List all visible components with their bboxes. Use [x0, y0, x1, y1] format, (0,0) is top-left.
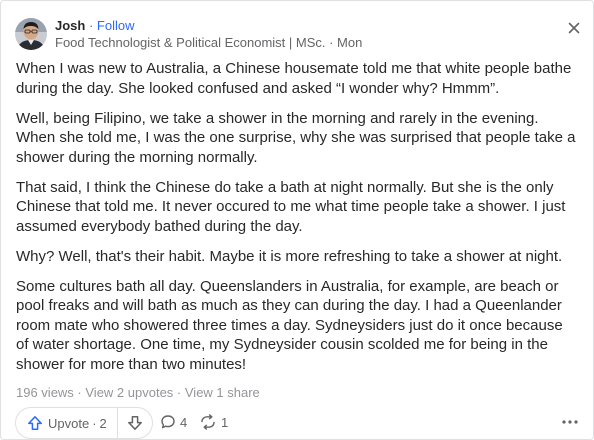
answer-paragraph: When I was new to Australia, a Chinese h… — [16, 60, 572, 97]
close-icon — [568, 22, 580, 34]
author-credential[interactable]: Food Technologist & Political Economist … — [55, 34, 362, 51]
name-separator: · — [85, 18, 97, 33]
more-dots-icon — [562, 420, 578, 424]
upvote-arrow-icon — [28, 416, 42, 430]
upvote-label: Upvote — [48, 415, 90, 431]
author-name-row: Josh · Follow — [55, 17, 362, 34]
answer-paragraph: Why? Well, that's their habit. Maybe it … — [16, 247, 563, 265]
answer-stats: 196 views · View 2 upvotes · View 1 shar… — [16, 384, 260, 401]
stats-separator: · — [173, 385, 185, 400]
view-upvotes-link[interactable]: View 2 upvotes — [85, 385, 173, 400]
comment-count: 4 — [180, 414, 188, 430]
close-button[interactable] — [563, 17, 585, 39]
share-cycle-icon — [201, 414, 215, 430]
answer-paragraph: Well, being Filipino, we take a shower i… — [16, 109, 576, 166]
share-button[interactable]: 1 — [199, 407, 228, 437]
comment-button[interactable]: 4 — [160, 407, 187, 437]
author-avatar[interactable] — [15, 18, 47, 50]
follow-button[interactable]: Follow — [97, 18, 135, 33]
author-info: Josh · Follow Food Technologist & Politi… — [55, 17, 362, 51]
stats-separator: · — [73, 385, 86, 400]
comment-icon — [161, 415, 175, 429]
share-count: 1 — [221, 414, 229, 430]
answer-paragraph: That said, I think the Chinese do take a… — [16, 178, 566, 235]
downvote-button[interactable] — [116, 408, 152, 438]
author-name[interactable]: Josh — [55, 18, 85, 33]
downvote-arrow-icon — [127, 416, 142, 430]
views-count: 196 views — [16, 385, 74, 400]
more-options-button[interactable] — [557, 407, 583, 437]
avatar-photo-icon — [15, 18, 47, 50]
upvote-count: 2 — [99, 415, 107, 431]
vote-group: Upvote · 2 — [15, 407, 153, 439]
answer-body: When I was new to Australia, a Chinese h… — [16, 59, 578, 385]
view-shares-link[interactable]: View 1 share — [185, 385, 260, 400]
upvote-button[interactable]: Upvote · 2 — [16, 408, 117, 438]
answer-card: Josh · Follow Food Technologist & Politi… — [0, 0, 594, 440]
action-bar: Upvote · 2 4 1 — [15, 407, 585, 439]
upvote-separator: · — [92, 415, 97, 431]
author-header: Josh · Follow Food Technologist & Politi… — [15, 17, 362, 53]
answer-paragraph: Some cultures bath all day. Queenslander… — [16, 277, 563, 373]
